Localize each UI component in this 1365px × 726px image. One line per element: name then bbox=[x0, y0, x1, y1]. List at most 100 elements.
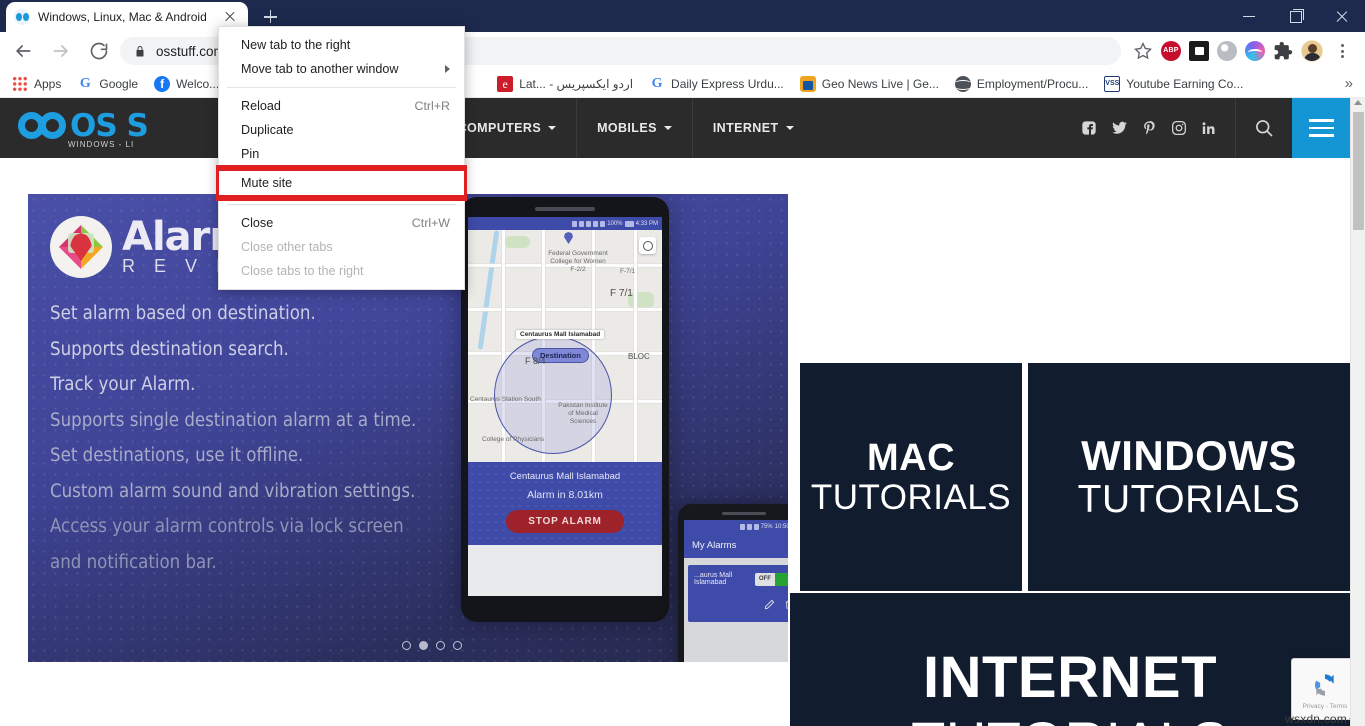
instagram-icon[interactable] bbox=[1171, 120, 1187, 136]
nav-item-mobiles[interactable]: MOBILES bbox=[576, 98, 692, 158]
maximize-button[interactable] bbox=[1273, 0, 1319, 32]
browser-toolbar: osstuff.com ABP bbox=[0, 32, 1365, 70]
hamburger-icon[interactable] bbox=[1292, 98, 1350, 158]
promo-line2: TUTORIALS bbox=[1078, 478, 1301, 522]
social-links bbox=[1063, 98, 1235, 158]
bookmark-geo-news[interactable]: Geo News Live | Ge... bbox=[800, 76, 939, 92]
chrome-menu-icon[interactable] bbox=[1331, 38, 1353, 64]
recaptcha-terms[interactable]: Privacy - Terms bbox=[1303, 703, 1348, 710]
promo-line1: WINDOWS bbox=[1081, 432, 1297, 480]
site-logo[interactable]: OS S WINDOWS - LI bbox=[0, 98, 250, 158]
minimize-button[interactable] bbox=[1227, 0, 1273, 32]
bookmark-google[interactable]: G Google bbox=[77, 76, 138, 92]
ctx-mute-site[interactable]: Mute site bbox=[219, 168, 464, 198]
promo-line1: INTERNET bbox=[923, 644, 1217, 711]
site-search-button[interactable] bbox=[1235, 98, 1292, 158]
google-icon: G bbox=[649, 76, 665, 92]
ctx-label: Reload bbox=[241, 99, 281, 113]
grey-circle-extension-icon[interactable] bbox=[1217, 41, 1237, 61]
map-label: Centaurus Station South bbox=[470, 396, 541, 404]
carousel-dot[interactable] bbox=[453, 641, 462, 650]
alarm-panel: Centaurus Mall Islamabad Alarm in 8.01km… bbox=[468, 462, 662, 545]
adblock-plus-icon[interactable]: ABP bbox=[1161, 41, 1181, 61]
chevron-down-icon bbox=[548, 126, 556, 130]
ctx-new-tab-to-the-right[interactable]: New tab to the right bbox=[219, 33, 464, 57]
express-e-icon: e bbox=[497, 76, 513, 92]
hero-feature-list: Set alarm based on destination. Supports… bbox=[50, 296, 430, 580]
ctx-separator bbox=[227, 87, 456, 88]
bookmark-welcome[interactable]: f Welco... bbox=[154, 76, 219, 92]
bookmark-label: Apps bbox=[34, 77, 61, 91]
ctx-close[interactable]: Close Ctrl+W bbox=[219, 211, 464, 235]
toggle-off-label: OFF bbox=[755, 573, 774, 586]
bookmark-apps[interactable]: Apps bbox=[12, 76, 61, 92]
ctx-label: Close other tabs bbox=[241, 240, 333, 254]
bookmarks-overflow-icon[interactable]: » bbox=[1345, 75, 1353, 92]
browser-tab[interactable]: Windows, Linux, Mac & Android bbox=[6, 2, 248, 32]
tab-context-menu: New tab to the right Move tab to another… bbox=[218, 26, 465, 290]
carousel-dot[interactable] bbox=[436, 641, 445, 650]
promo-card-internet[interactable]: INTERNET TUTORIALS bbox=[790, 593, 1350, 726]
status-time: 10:50 AM bbox=[775, 524, 788, 530]
bookmark-youtube-earning[interactable]: VSS Youtube Earning Co... bbox=[1104, 76, 1243, 92]
hero-feature: Track your Alarm. bbox=[50, 367, 430, 403]
ctx-label: Duplicate bbox=[241, 123, 294, 137]
phone-screen: 75% 10:50 AM My Alarms ...aurus Mall Isl… bbox=[684, 520, 788, 662]
alarm-list-item[interactable]: ...aurus Mall Islamabad OFF bbox=[688, 565, 788, 622]
bookmark-label: Lat... - اردو ایکسپریس bbox=[519, 77, 633, 91]
back-button[interactable] bbox=[8, 36, 38, 66]
pinterest-icon[interactable] bbox=[1142, 120, 1157, 136]
extension-icons: ABP bbox=[1161, 38, 1365, 64]
bookmark-label: Youtube Earning Co... bbox=[1126, 77, 1243, 91]
submenu-arrow-icon bbox=[445, 65, 450, 73]
alarm-toggle[interactable]: OFF bbox=[755, 573, 788, 586]
carousel-dot[interactable] bbox=[402, 641, 411, 650]
nav-label: COMPUTERS bbox=[458, 121, 541, 135]
stop-alarm-button[interactable]: STOP ALARM bbox=[506, 510, 623, 533]
wave-extension-icon[interactable] bbox=[1245, 41, 1265, 61]
promo-line1: MAC bbox=[867, 437, 955, 480]
map-label: Federal Government College for Women F-2… bbox=[548, 250, 608, 274]
globe-icon bbox=[955, 76, 971, 92]
map-label: BLOC bbox=[628, 352, 650, 362]
puzzle-extensions-icon[interactable] bbox=[1273, 41, 1293, 61]
page-scrollbar[interactable] bbox=[1350, 98, 1365, 726]
bookmark-employment[interactable]: Employment/Procu... bbox=[955, 76, 1088, 92]
facebook-icon[interactable] bbox=[1081, 120, 1097, 136]
alarm-destination: Centaurus Mall Islamabad bbox=[468, 471, 662, 482]
phone-status-bar: 100% 4:33 PM bbox=[468, 217, 662, 230]
locate-me-icon[interactable] bbox=[639, 237, 656, 254]
alarm-name: ...aurus Mall Islamabad bbox=[694, 572, 755, 586]
status-battery: 75% bbox=[761, 524, 773, 530]
promo-card-windows[interactable]: WINDOWS TUTORIALS bbox=[1028, 363, 1350, 591]
reload-button[interactable] bbox=[84, 36, 114, 66]
ctx-move-tab-to-another-window[interactable]: Move tab to another window bbox=[219, 57, 464, 81]
profile-avatar[interactable] bbox=[1301, 40, 1323, 62]
promo-card-mac[interactable]: MAC TUTORIALS bbox=[800, 363, 1022, 591]
close-tab-icon[interactable] bbox=[220, 7, 240, 27]
hero-feature: Supports single destination alarm at a t… bbox=[50, 403, 430, 439]
scrollbar-thumb[interactable] bbox=[1353, 112, 1364, 230]
ctx-pin[interactable]: Pin bbox=[219, 142, 464, 166]
dark-extension-icon[interactable] bbox=[1189, 41, 1209, 61]
twitter-icon[interactable] bbox=[1111, 120, 1128, 136]
bookmark-express[interactable]: e Lat... - اردو ایکسپریس bbox=[497, 76, 633, 92]
close-window-button[interactable] bbox=[1319, 0, 1365, 32]
recaptcha-badge[interactable]: Privacy - Terms bbox=[1291, 658, 1359, 720]
star-icon[interactable] bbox=[1129, 37, 1157, 65]
google-icon: G bbox=[77, 76, 93, 92]
map-label: F 8/4 bbox=[525, 356, 546, 367]
edit-icon[interactable] bbox=[764, 597, 775, 615]
ctx-label: Move tab to another window bbox=[241, 62, 399, 76]
bookmark-daily-express[interactable]: G Daily Express Urdu... bbox=[649, 76, 784, 92]
scroll-up-arrow-icon[interactable] bbox=[1354, 100, 1362, 105]
carousel-dot-active[interactable] bbox=[419, 641, 428, 650]
ctx-reload[interactable]: Reload Ctrl+R bbox=[219, 94, 464, 118]
chevron-down-icon bbox=[664, 126, 672, 130]
nav-item-internet[interactable]: INTERNET bbox=[692, 98, 814, 158]
ctx-duplicate[interactable]: Duplicate bbox=[219, 118, 464, 142]
delete-icon[interactable] bbox=[784, 597, 788, 615]
forward-button[interactable] bbox=[46, 36, 76, 66]
facebook-icon: f bbox=[154, 76, 170, 92]
linkedin-icon[interactable] bbox=[1201, 120, 1217, 136]
